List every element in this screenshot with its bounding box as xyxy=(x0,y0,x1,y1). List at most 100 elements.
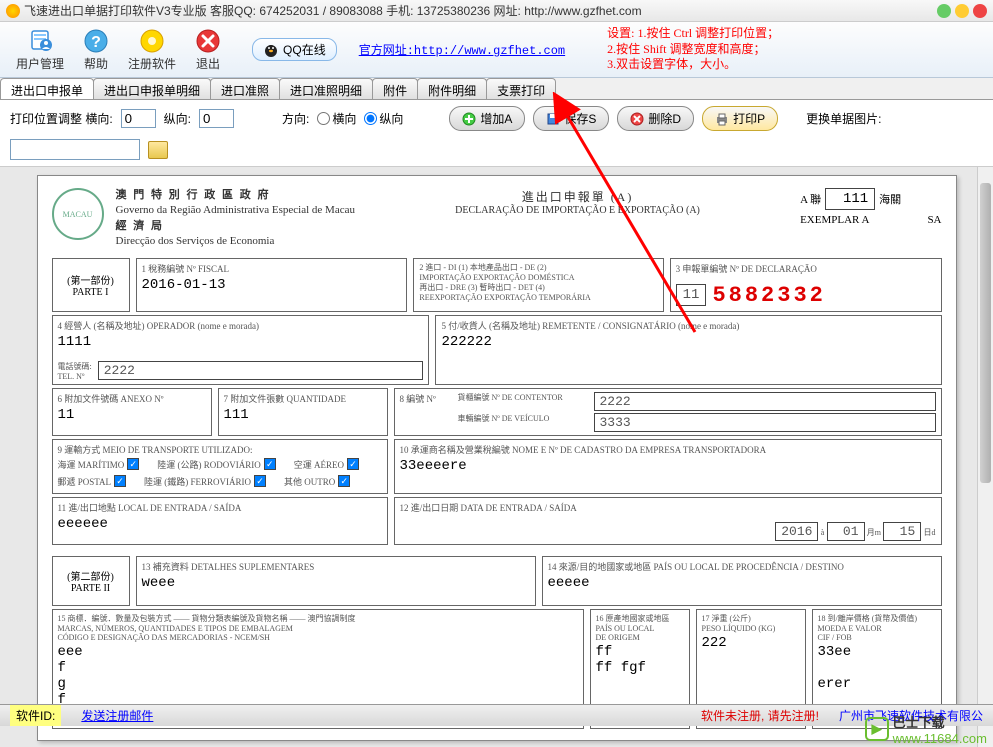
field-11-label: 11 進/出口地點 LOCAL DE ENTRADA / SAÍDA xyxy=(58,501,382,514)
tab-import-license[interactable]: 进口准照 xyxy=(210,78,280,99)
maximize-button[interactable] xyxy=(955,4,969,18)
field-12-label: 12 進/出口日期 DATA DE ENTRADA / SAÍDA xyxy=(400,501,936,514)
exit-label: 退出 xyxy=(196,55,220,72)
field-1-label: 1 稅務編號 Nº FISCAL xyxy=(142,262,402,275)
qq-online-button[interactable]: QQ在线 xyxy=(252,38,337,61)
tab-bar: 进出口申报单 进出口申报单明细 进口准照 进口准照明细 附件 附件明细 支票打印 xyxy=(0,78,993,100)
field-11-value[interactable]: eeeeee xyxy=(58,516,382,532)
print-pos-label: 打印位置调整 横向: xyxy=(10,110,113,127)
declaration-form: MACAU 澳 門 特 別 行 政 區 政 府 Governo da Regiã… xyxy=(37,175,957,741)
parte-1-label: (第一部份) PARTE I xyxy=(52,258,130,312)
direction-label: 方向: xyxy=(282,110,309,127)
send-reg-link[interactable]: 发送注册邮件 xyxy=(81,707,153,724)
save-button[interactable]: 保存S xyxy=(533,106,609,131)
watermark: ▶ 巴士下载 www.11684.com xyxy=(865,712,987,746)
image-path-input[interactable] xyxy=(10,139,140,160)
user-mgmt-button[interactable]: 用户管理 xyxy=(8,25,72,74)
date-year[interactable]: 2016 xyxy=(775,522,818,541)
window-title: 飞速进出口单据打印软件V3专业版 客服QQ: 674252031 / 89083… xyxy=(24,2,937,19)
rail-checkbox[interactable]: ✓ xyxy=(254,475,266,487)
svg-text:?: ? xyxy=(91,34,101,51)
macau-seal-icon: MACAU xyxy=(52,188,104,240)
field-14-value[interactable]: eeeee xyxy=(548,575,936,591)
field-4-tel-label: 電話號碼: TEL. Nº xyxy=(58,361,92,381)
air-checkbox[interactable]: ✓ xyxy=(347,458,359,470)
field-5-value[interactable]: 222222 xyxy=(441,334,935,350)
field-18-value[interactable]: 33ee erer xyxy=(818,644,936,692)
orient-horizontal-radio[interactable]: 横向 xyxy=(317,110,356,127)
declaration-title: 進出口申報單 (A) DECLARAÇÃO DE IMPORTAÇÃO E EX… xyxy=(367,188,788,216)
field-13-value[interactable]: weee xyxy=(142,575,530,591)
date-day[interactable]: 15 xyxy=(883,522,921,541)
field-9-label: 9 運輸方式 MEIO DE TRANSPORTE UTILIZADO: xyxy=(58,443,382,456)
help-label: 帮助 xyxy=(84,55,108,72)
change-img-label: 更换单据图片: xyxy=(806,110,881,127)
field-17-value[interactable]: 222 xyxy=(702,635,800,651)
add-button[interactable]: 增加A xyxy=(449,106,525,131)
delete-button[interactable]: 删除D xyxy=(617,106,694,131)
a-lian-value[interactable]: 111 xyxy=(825,188,875,210)
software-id-label: 软件ID: xyxy=(10,705,61,726)
orient-vertical-radio[interactable]: 纵向 xyxy=(364,110,403,127)
main-toolbar: 用户管理 ? 帮助 注册软件 退出 QQ在线 官方网址:http://www.g… xyxy=(0,22,993,78)
sea-checkbox[interactable]: ✓ xyxy=(127,458,139,470)
help-button[interactable]: ? 帮助 xyxy=(74,25,118,74)
date-month[interactable]: 01 xyxy=(827,522,865,541)
status-bar: 软件ID: 发送注册邮件 软件未注册, 请先注册! 广州市飞速软件技术有限公 xyxy=(0,704,993,726)
watermark-logo-icon: ▶ xyxy=(865,717,889,741)
field-4-tel-value[interactable]: 2222 xyxy=(98,361,424,380)
field-7-value[interactable]: 111 xyxy=(224,407,382,423)
field-7-label: 7 附加文件張數 QUANTIDADE xyxy=(224,392,382,405)
field-10-label: 10 承運商名稱及營業稅編號 NOME E Nº DE CADASTRO DA … xyxy=(400,443,936,456)
field-3-number: 5882332 xyxy=(712,283,825,308)
unregistered-warning: 软件未注册, 请先注册! xyxy=(701,707,819,724)
tab-declaration-detail[interactable]: 进出口申报单明细 xyxy=(93,78,211,99)
field-5-label: 5 付/收貨人 (名稱及地址) REMETENTE / CONSIGNATÁRI… xyxy=(441,319,935,332)
tab-cheque[interactable]: 支票打印 xyxy=(486,78,556,99)
road-checkbox[interactable]: ✓ xyxy=(264,458,276,470)
field-6-value[interactable]: 11 xyxy=(58,407,206,423)
settings-hint: 设置: 1.按住 Ctrl 调整打印位置； 2.按住 Shift 调整宽度和高度… xyxy=(607,26,779,73)
post-checkbox[interactable]: ✓ xyxy=(114,475,126,487)
field-16-label: 16 原產地國家或地區 PAÍS OU LOCAL DE ORIGEM xyxy=(596,613,684,642)
print-button[interactable]: 打印P xyxy=(702,106,778,131)
tab-attachment[interactable]: 附件 xyxy=(372,78,418,99)
field-3-label: 3 申報單編號 Nº DE DECLARAÇÃO xyxy=(676,262,936,275)
browse-folder-button[interactable] xyxy=(148,141,168,159)
vertical-scrollbar[interactable] xyxy=(977,167,993,747)
government-header: 澳 門 特 別 行 政 區 政 府 Governo da Região Admi… xyxy=(116,188,355,250)
vertical-input[interactable] xyxy=(199,109,234,128)
field-10-value[interactable]: 33eeeere xyxy=(400,458,936,474)
tab-import-license-detail[interactable]: 进口准照明细 xyxy=(279,78,373,99)
vertical-label: 纵向: xyxy=(164,110,191,127)
tab-declaration[interactable]: 进出口申报单 xyxy=(0,78,94,99)
watermark-brand: 巴士下载 xyxy=(893,712,987,731)
exemplar-block: A 聯111海關 EXEMPLAR ASA xyxy=(800,188,941,226)
field-4-label: 4 經營人 (名稱及地址) OPERADOR (nome e morada) xyxy=(58,319,424,332)
qq-label: QQ在线 xyxy=(283,41,326,58)
exit-button[interactable]: 退出 xyxy=(186,25,230,74)
minimize-button[interactable] xyxy=(937,4,951,18)
field-4-value[interactable]: 1111 xyxy=(58,334,424,350)
field-6-label: 6 附加文件號碼 ANEXO Nº xyxy=(58,392,206,405)
container-no-value[interactable]: 2222 xyxy=(594,392,936,411)
field-1-value[interactable]: 2016-01-13 xyxy=(142,277,402,293)
user-mgmt-label: 用户管理 xyxy=(16,55,64,72)
field-13-label: 13 補充資料 DETALHES SUPLEMENTARES xyxy=(142,560,530,573)
other-checkbox[interactable]: ✓ xyxy=(338,475,350,487)
field-2-label: 2 進口 - DI (1) 本地產品出口 - DE (2) IMPORTAÇÃO… xyxy=(413,258,663,312)
close-button[interactable] xyxy=(973,4,987,18)
official-url[interactable]: 官方网址:http://www.gzfhet.com xyxy=(359,41,565,58)
horizontal-input[interactable] xyxy=(121,109,156,128)
vehicle-no-value[interactable]: 3333 xyxy=(594,413,936,432)
document-viewport[interactable]: MACAU 澳 門 特 別 行 政 區 政 府 Governo da Regiã… xyxy=(0,167,993,747)
field-8-label: 8 編號 Nº xyxy=(400,392,450,432)
control-bar: 打印位置调整 横向: 纵向: 方向: 横向 纵向 增加A 保存S 删除D 打印P… xyxy=(0,100,993,167)
field-14-label: 14 來源/目的地國家或地區 PAÍS OU LOCAL DE PROCEDÊN… xyxy=(548,560,936,573)
field-17-label: 17 淨重 (公斤) PESO LÍQUIDO (KG) xyxy=(702,613,800,633)
tab-attachment-detail[interactable]: 附件明细 xyxy=(417,78,487,99)
field-3-prefix[interactable]: 11 xyxy=(676,284,707,306)
field-18-label: 18 到/離岸價格 (貨幣及價值) MOEDA E VALOR CIF / FO… xyxy=(818,613,936,642)
register-button[interactable]: 注册软件 xyxy=(120,25,184,74)
titlebar: 飞速进出口单据打印软件V3专业版 客服QQ: 674252031 / 89083… xyxy=(0,0,993,22)
